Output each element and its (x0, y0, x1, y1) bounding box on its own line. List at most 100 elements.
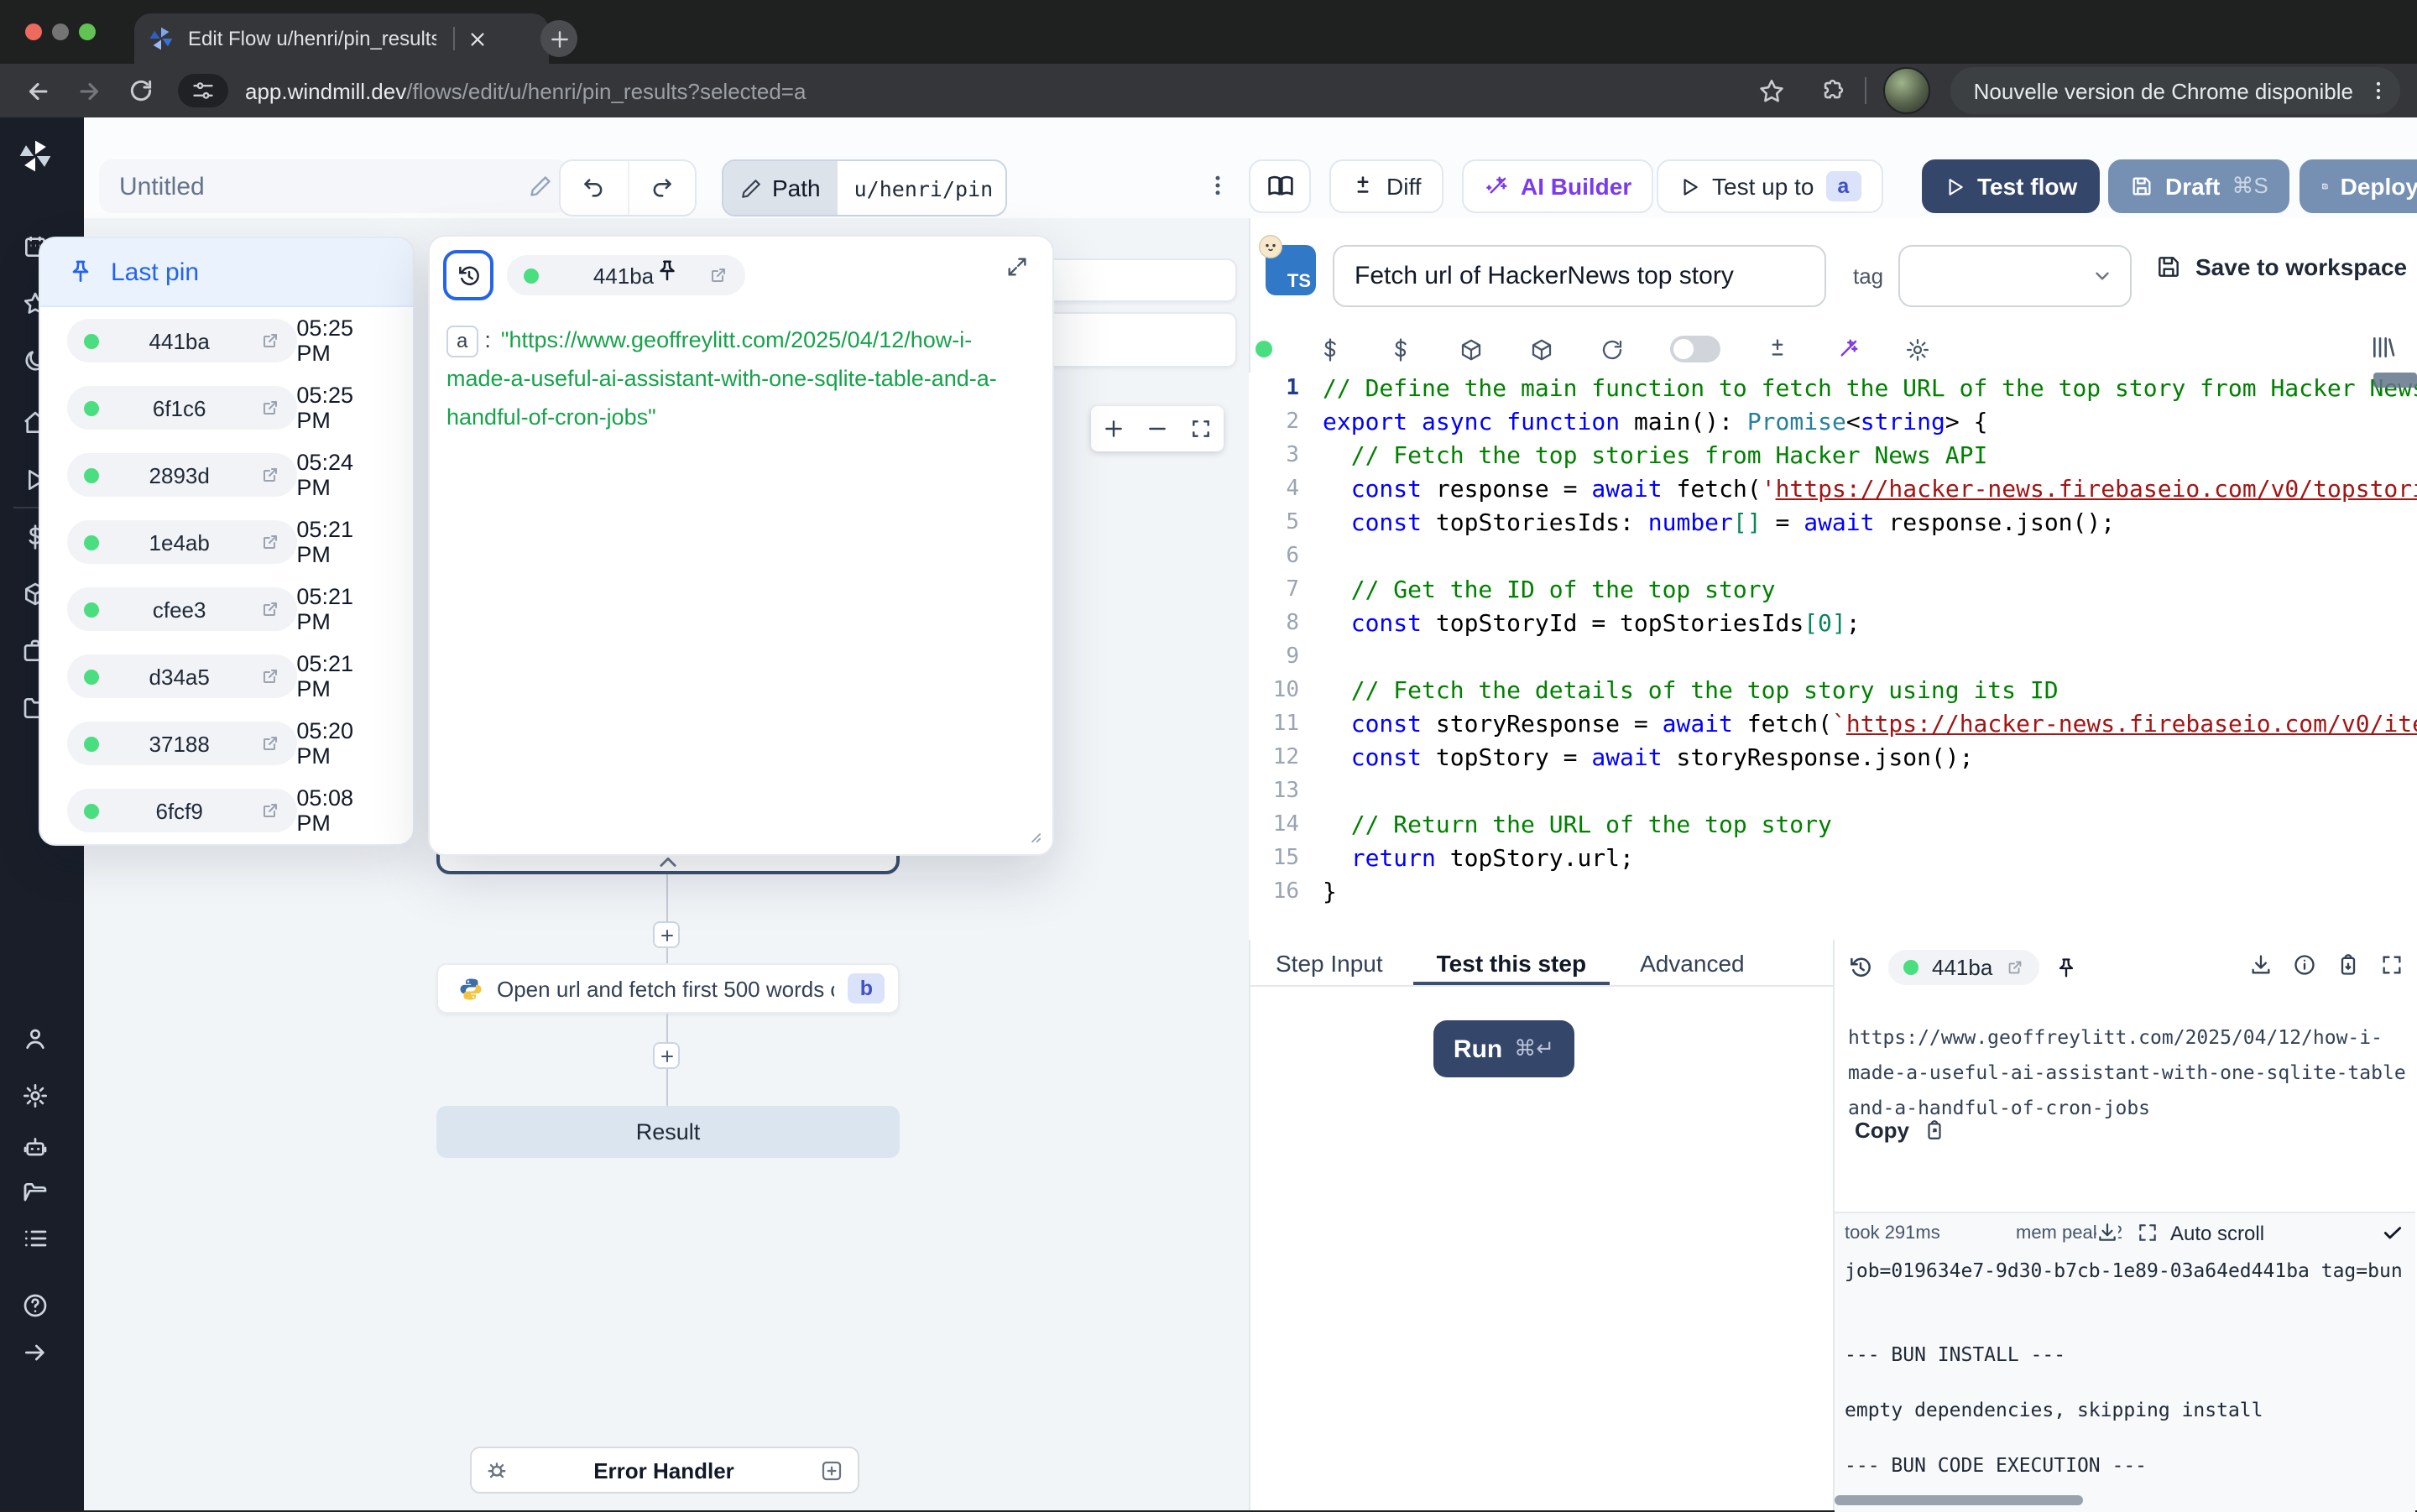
gear-icon[interactable] (22, 1082, 49, 1109)
editor-scrollbar[interactable] (2373, 373, 2417, 388)
package-icon[interactable] (1459, 336, 1484, 362)
external-link-icon[interactable] (259, 800, 279, 821)
redo-button[interactable] (627, 161, 695, 215)
browser-tab[interactable]: Edit Flow u/henri/pin_results (134, 13, 549, 64)
refresh-icon[interactable] (1600, 336, 1625, 362)
zoom-window-button[interactable] (79, 23, 96, 40)
code-editor[interactable]: 1// Define the main function to fetch th… (1249, 373, 2417, 940)
plus-minus-icon[interactable] (1766, 337, 1789, 361)
auto-scroll-label[interactable]: Auto scroll (2170, 1222, 2264, 1245)
plus-square-icon[interactable] (819, 1457, 844, 1483)
pin-badge[interactable]: 441ba (67, 319, 296, 362)
pin-row[interactable]: 37188 05:20 PM (40, 710, 413, 777)
avatar[interactable] (1883, 67, 1930, 114)
pin-badge[interactable]: 1e4ab (67, 520, 296, 564)
insert-step-button[interactable] (653, 1042, 680, 1069)
pin-badge[interactable]: cfee3 (67, 587, 296, 631)
user-icon[interactable] (22, 1025, 49, 1052)
docs-button[interactable] (1249, 159, 1311, 213)
site-settings-chip[interactable] (178, 74, 228, 107)
clipboard-icon[interactable] (2336, 953, 2360, 977)
run-button[interactable]: Run ⌘↵ (1433, 1020, 1574, 1077)
kebab-menu-icon[interactable] (2367, 79, 2390, 102)
pencil-icon[interactable] (529, 175, 552, 198)
expand-icon[interactable] (1005, 255, 1029, 279)
error-handler-node[interactable]: Error Handler (470, 1447, 859, 1494)
pin-row[interactable]: 441ba 05:25 PM (40, 307, 413, 374)
folder-open-icon[interactable] (22, 1180, 49, 1207)
download-icon[interactable] (2096, 1222, 2118, 1243)
pin-row[interactable]: 1e4ab 05:21 PM (40, 508, 413, 576)
tab-advanced[interactable]: Advanced (1640, 940, 1745, 985)
extensions-puzzle-icon[interactable] (1819, 76, 1848, 105)
maximize-icon[interactable] (2137, 1222, 2159, 1243)
ai-builder-button[interactable]: AI Builder (1462, 159, 1653, 213)
resize-handle-icon[interactable] (1024, 826, 1042, 844)
external-link-icon[interactable] (708, 265, 728, 285)
last-pin-header[interactable]: Last pin (40, 238, 413, 307)
zoom-in-icon[interactable] (1102, 418, 1124, 440)
toolbar-kebab-icon[interactable] (1205, 173, 1230, 198)
pin-row[interactable]: cfee3 05:21 PM (40, 576, 413, 643)
pin-icon[interactable] (2054, 956, 2078, 979)
test-flow-button[interactable]: Test flow (1922, 159, 2099, 213)
external-link-icon[interactable] (2006, 958, 2024, 977)
external-link-icon[interactable] (259, 599, 279, 619)
deploy-button[interactable]: Deploy (2300, 159, 2417, 213)
flow-step-node[interactable]: Open url and fetch first 500 words of ..… (436, 963, 900, 1014)
close-window-button[interactable] (25, 23, 42, 40)
list-icon[interactable] (22, 1225, 49, 1252)
close-tab-icon[interactable] (468, 29, 487, 48)
test-up-to-button[interactable]: Test up to a (1657, 159, 1882, 213)
log-viewer[interactable]: took 291ms mem peak: 2 Auto scroll job=0… (1835, 1212, 2415, 1512)
pin-badge[interactable]: 2893d (67, 453, 296, 497)
download-icon[interactable] (2249, 953, 2273, 977)
flow-name-box[interactable]: Untitled (99, 159, 569, 213)
external-link-icon[interactable] (259, 465, 279, 485)
back-icon[interactable] (23, 76, 52, 105)
pin-icon[interactable] (655, 258, 680, 284)
pin-badge[interactable]: 6fcf9 (67, 789, 296, 832)
minimize-window-button[interactable] (52, 23, 69, 40)
forward-icon[interactable] (76, 76, 104, 105)
external-link-icon[interactable] (259, 331, 279, 351)
library-columns-icon[interactable] (2370, 334, 2397, 361)
external-link-icon[interactable] (259, 398, 279, 418)
diff-button[interactable]: Diff (1329, 159, 1443, 213)
chrome-update-chip[interactable]: Nouvelle version de Chrome disponible (1950, 67, 2400, 114)
history-button[interactable] (443, 250, 493, 300)
copy-button[interactable]: Copy (1855, 1118, 1945, 1143)
step-title-input[interactable] (1333, 245, 1826, 307)
external-link-icon[interactable] (259, 733, 279, 753)
log-horizontal-scrollbar[interactable] (1835, 1495, 2083, 1505)
gear-icon[interactable] (1905, 336, 1930, 362)
bookmark-star-icon[interactable] (1757, 76, 1786, 105)
save-to-workspace-button[interactable]: Save to workspace (2155, 253, 2407, 280)
pin-row[interactable]: 6fcf9 05:08 PM (40, 777, 413, 844)
tab-step-input[interactable]: Step Input (1276, 940, 1383, 985)
reload-icon[interactable] (128, 77, 154, 104)
zoom-out-icon[interactable] (1146, 418, 1168, 440)
tag-select[interactable] (1898, 245, 2132, 307)
magic-wand-icon[interactable] (1835, 336, 1860, 362)
dollar-icon[interactable] (1318, 336, 1343, 362)
dollar-icon[interactable] (1388, 336, 1413, 362)
new-tab-button[interactable] (540, 20, 577, 57)
package-icon[interactable] (1529, 336, 1554, 362)
result-value[interactable]: https://www.geoffreylitt.com/2025/04/12/… (1848, 1020, 2409, 1126)
external-link-icon[interactable] (259, 666, 279, 686)
pin-badge[interactable]: 37188 (67, 722, 296, 765)
pinned-result-json[interactable]: a:"https://www.geoffreylitt.com/2025/04/… (446, 321, 1031, 436)
test-up-to-step-badge[interactable]: a (1825, 171, 1861, 201)
pin-badge[interactable]: 441ba (507, 255, 745, 295)
tab-test-this-step[interactable]: Test this step (1437, 940, 1586, 985)
toggle-switch[interactable] (1670, 336, 1720, 362)
insert-step-button[interactable] (653, 921, 680, 948)
pin-row[interactable]: 2893d 05:24 PM (40, 441, 413, 508)
url-text[interactable]: app.windmill.dev/flows/edit/u/henri/pin_… (245, 78, 806, 103)
result-node[interactable]: Result (436, 1106, 900, 1158)
pin-badge[interactable]: 6f1c6 (67, 386, 296, 430)
draft-button[interactable]: Draft ⌘S (2108, 159, 2290, 213)
robot-icon[interactable] (22, 1134, 49, 1161)
pin-row[interactable]: 6f1c6 05:25 PM (40, 374, 413, 441)
